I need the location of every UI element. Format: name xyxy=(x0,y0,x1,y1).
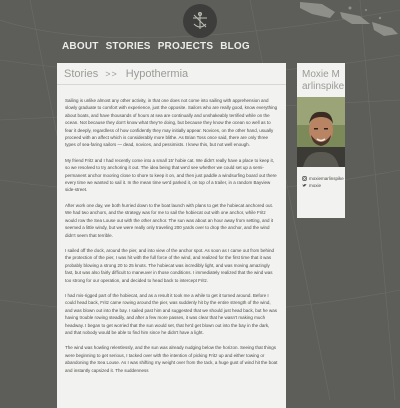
breadcrumb-current: Hypothermia xyxy=(125,67,189,80)
breadcrumb: Stories >> Hypothermia xyxy=(57,63,286,85)
social-links: moxiemarlinspike moxie xyxy=(302,175,345,189)
twitter-icon xyxy=(302,184,307,187)
twitter-link[interactable]: moxie xyxy=(302,182,345,189)
instagram-handle: moxiemarlinspike xyxy=(309,176,344,181)
article-paragraph: The wind was howling relentlessly, and t… xyxy=(65,345,278,373)
instagram-link[interactable]: moxiemarlinspike xyxy=(302,175,345,182)
article-paragraph: I sailed off the dock, around the pier, … xyxy=(65,247,275,283)
article-paragraph: I had mis-rigged part of the hobiecat, a… xyxy=(65,292,278,335)
article-paragraph: After work one day, we both hurried down… xyxy=(65,202,274,238)
profile-card: Moxie Marlinspike moxiemarlinspike moxie xyxy=(297,63,345,218)
profile-name: Moxie Marlinspike xyxy=(302,69,345,92)
article-paragraph: My friend Fritz and I had recently come … xyxy=(65,157,277,193)
instagram-icon xyxy=(302,176,307,181)
anchor-compass-icon xyxy=(193,12,207,29)
profile-photo xyxy=(297,97,345,167)
article-card: Stories >> Hypothermia Sailing is unlike… xyxy=(57,63,286,408)
nav-blog[interactable]: BLOG xyxy=(220,41,250,52)
breadcrumb-stories-link[interactable]: Stories xyxy=(64,68,98,80)
article-body: Sailing is unlike almost any other activ… xyxy=(57,85,286,374)
avatar xyxy=(297,97,345,167)
nav-about[interactable]: ABOUT xyxy=(62,41,99,52)
site-logo[interactable] xyxy=(183,4,217,38)
article-paragraph: Sailing is unlike almost any other activ… xyxy=(65,98,278,148)
breadcrumb-separator: >> xyxy=(105,68,118,79)
nav-projects[interactable]: PROJECTS xyxy=(158,41,214,52)
nav-stories[interactable]: STORIES xyxy=(106,41,151,52)
twitter-handle: moxie xyxy=(309,183,322,188)
main-nav: ABOUT STORIES PROJECTS BLOG xyxy=(62,41,250,52)
